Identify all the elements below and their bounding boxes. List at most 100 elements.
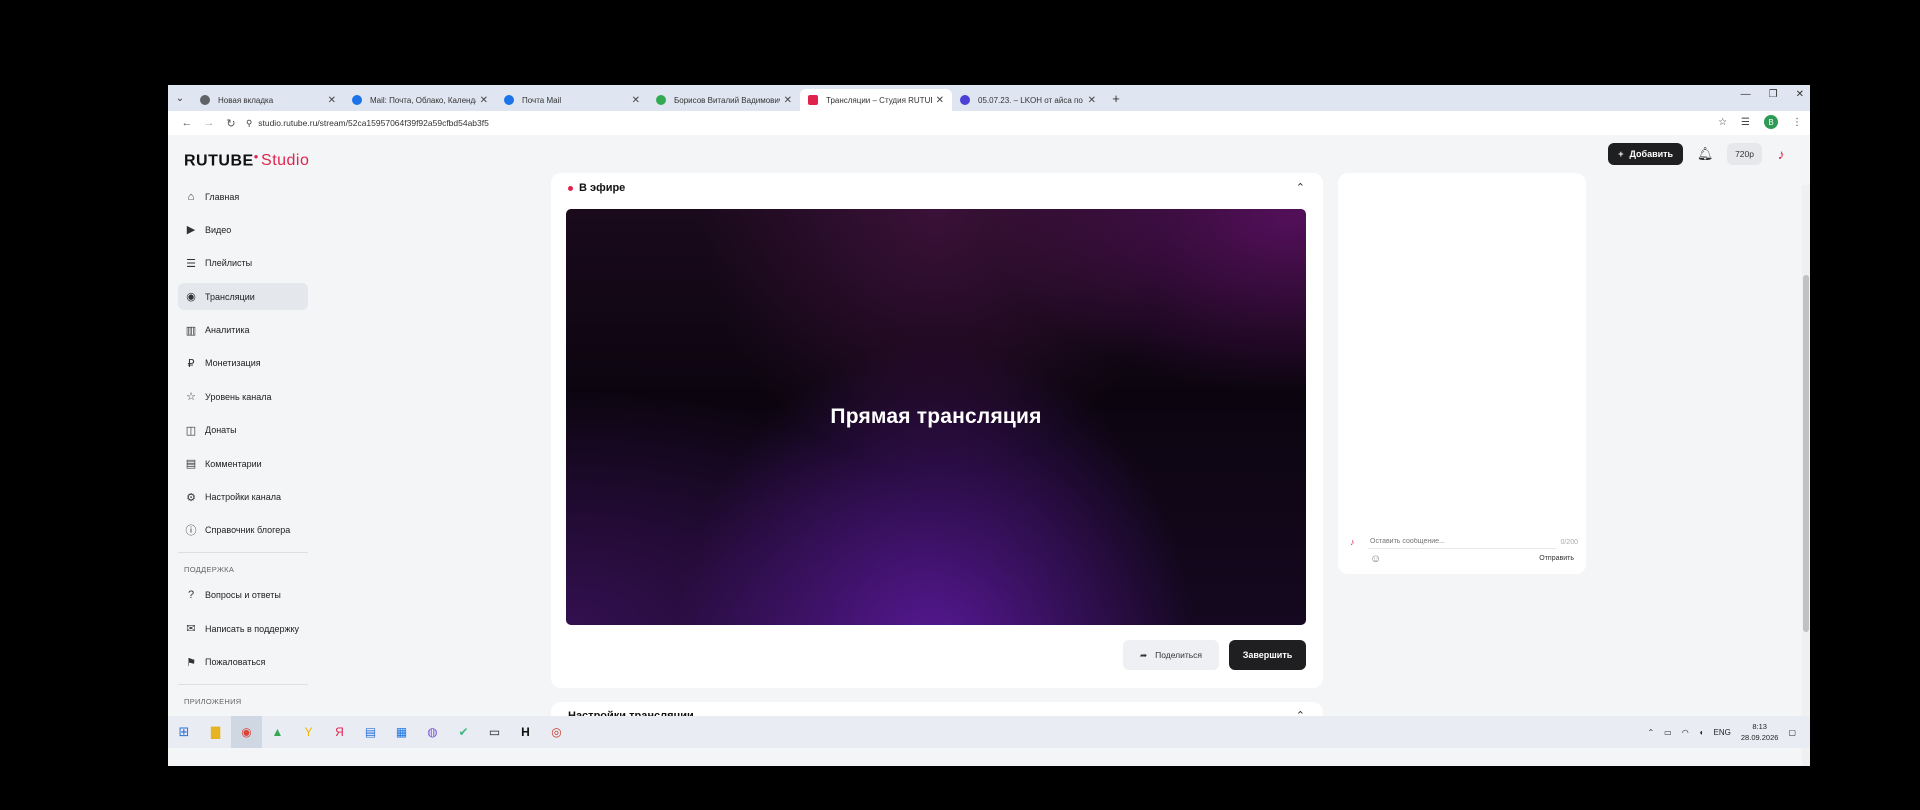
restore-icon[interactable]: ❐ [1769,89,1778,100]
forward-arrow-icon[interactable]: → [198,117,220,129]
taskbar-clock[interactable]: 8:13 28.09.2026 [1741,721,1779,743]
vue-icon[interactable]: ✔ [448,716,479,748]
flag-icon: ⚑ [186,656,196,669]
window-controls: — ❐ ✕ [1741,89,1804,100]
add-button[interactable]: + Добавить [1608,143,1684,165]
sidebar-item-channel-settings[interactable]: ⚙ Настройки канала [178,484,308,511]
tab-label: Трансляции – Студия RUTUBE [826,95,932,105]
battery-icon[interactable]: ▭ [1664,728,1672,737]
new-tab-plus-icon[interactable]: + [1104,91,1128,106]
chat-panel: ♪ 0/200 ☺ Отправить [1338,173,1586,574]
sidebar-item-broadcasts[interactable]: ◉ Трансляции [178,283,308,311]
home-icon: ⌂ [187,190,195,203]
browser-tab-4[interactable]: Трансляции – Студия RUTUBE ✕ [800,89,952,111]
clock-time: 8:13 [1752,722,1767,731]
sidebar-item-channel-level[interactable]: ☆ Уровень канала [178,383,308,410]
video-icon: ▶ [186,224,196,237]
h-app-icon[interactable]: H [510,716,541,748]
rutube-studio-logo[interactable]: RUTUBE● Studio [184,152,309,170]
url-text: studio.rutube.ru/stream/52ca15957064f39f… [258,118,489,128]
back-arrow-icon[interactable]: ← [176,117,198,129]
terminal-icon[interactable]: ▭ [479,716,510,748]
chrome-taskbar-icon[interactable]: ◉ [231,716,262,748]
browser-tab-5[interactable]: 05.07.23. – LKOH от айса по ур... ✕ [952,89,1104,111]
close-icon[interactable]: ✕ [328,95,336,106]
close-icon[interactable]: ✕ [632,95,640,106]
sidebar-item-home[interactable]: ⌂ Главная [178,183,308,210]
yandex-icon[interactable]: Я [324,716,355,748]
windows-start-icon[interactable]: ⊞ [168,716,200,748]
sidebar-item-comments[interactable]: ▤ Комментарии [178,450,308,477]
tab-label: Mail: Почта, Облако, Календарь [370,95,476,105]
url-field[interactable]: ⚲ studio.rutube.ru/stream/52ca15957064f3… [246,118,489,129]
sidebar-divider [178,551,308,553]
notification-icon[interactable]: ▢ [1788,728,1796,737]
drive-icon [656,95,666,105]
live-stream-card: В эфире ⌃ Прямая трансляция ➦ Поделиться… [551,173,1323,688]
close-icon[interactable]: ✕ [784,95,792,106]
minimize-icon[interactable]: — [1741,89,1751,100]
sidebar-item-monetization[interactable]: ₽ Монетизация [178,350,308,377]
close-icon[interactable]: ✕ [936,95,944,106]
sidebar-item-donations[interactable]: ◫ Донаты [178,417,308,444]
drive-taskbar-icon[interactable]: ▲ [262,716,293,748]
sidebar-item-label: Вопросы и ответы [205,590,281,601]
page-scrollbar[interactable] [1802,185,1810,766]
browser-tab-1[interactable]: Mail: Почта, Облако, Календарь ✕ [344,89,496,111]
sidebar-item-playlists[interactable]: ☰ Плейлисты [178,250,308,277]
emoji-icon[interactable]: ☺ [1370,553,1381,565]
send-button[interactable]: Отправить [1539,555,1574,562]
tab-label: Почта Mail [522,95,562,105]
star-icon: ☆ [186,391,196,404]
sidebar-item-contact-support[interactable]: ✉ Написать в поддержку [178,615,308,642]
tray-chevron-icon[interactable]: ⌃ [1647,728,1654,737]
sidebar-item-blogger-guide[interactable]: ⓘ Справочник блогера [178,517,308,544]
file-explorer-icon[interactable]: ▇ [200,716,231,748]
sidebar-item-analytics[interactable]: ▥ Аналитика [178,317,308,344]
scrollbar-thumb[interactable] [1803,275,1809,632]
user-avatar[interactable]: ♪ [1772,145,1790,163]
sidebar-item-faq[interactable]: ? Вопросы и ответы [178,582,308,609]
browser-tab-3[interactable]: Борисов Виталий Вадимович ✕ [648,89,800,111]
notepad-icon[interactable]: ▤ [355,716,386,748]
address-bar: ← → ↻ ⚲ studio.rutube.ru/stream/52ca1595… [168,111,1810,135]
sidebar-item-video[interactable]: ▶ Видео [178,216,308,243]
quality-badge[interactable]: 720p [1727,143,1762,165]
reload-icon[interactable]: ↻ [220,117,242,130]
tab-search-chevron-icon[interactable]: ⌄ [168,85,192,111]
share-button[interactable]: ➦ Поделиться [1123,640,1219,670]
browser-tab-0[interactable]: Новая вкладка ✕ [192,89,344,111]
wifi-icon[interactable]: ◠ [1682,728,1689,737]
menu-kebab-icon[interactable]: ⋮ [1792,117,1802,128]
close-icon[interactable]: ✕ [480,95,488,106]
sidebar-item-label: Справочник блогера [205,525,291,536]
envelope-icon: ✉ [186,623,196,636]
volume-icon[interactable]: ◖ [1699,728,1704,737]
profile-avatar[interactable]: В [1764,115,1778,129]
language-indicator[interactable]: ENG [1714,728,1731,737]
tab-label: Новая вкладка [218,95,274,105]
chrome-icon [200,95,210,105]
site-info-icon[interactable]: ⚲ [246,118,252,129]
yandex-browser-icon[interactable]: Y [293,716,324,748]
recorder-icon[interactable]: ◎ [541,716,572,748]
chat-input-row: ♪ 0/200 [1350,533,1578,551]
question-icon: ? [187,589,195,602]
photos-icon[interactable]: ▦ [386,716,417,748]
close-icon[interactable]: ✕ [1088,95,1096,106]
bell-icon[interactable]: 🔔︎ [1693,146,1717,162]
sidebar-item-report[interactable]: ⚑ Пожаловаться [178,649,308,676]
close-window-icon[interactable]: ✕ [1796,89,1804,100]
chat-char-counter: 0/200 [1560,538,1578,546]
sidebar-nav: ⌂ Главная ▶ Видео ☰ Плейлисты ◉ Трансляц… [178,183,308,714]
sidebar-divider [178,683,308,685]
chat-message-input[interactable] [1368,535,1557,549]
messenger-icon[interactable]: ◍ [417,716,448,748]
video-player[interactable]: Прямая трансляция [566,209,1306,625]
browser-tab-2[interactable]: Почта Mail ✕ [496,89,648,111]
chevron-up-icon[interactable]: ⌃ [1296,181,1305,194]
bookmark-star-icon[interactable]: ☆ [1718,117,1727,128]
end-stream-button[interactable]: Завершить [1229,640,1306,670]
sidebar-item-label: Пожаловаться [205,657,266,668]
reading-list-icon[interactable]: ☰ [1741,117,1750,128]
